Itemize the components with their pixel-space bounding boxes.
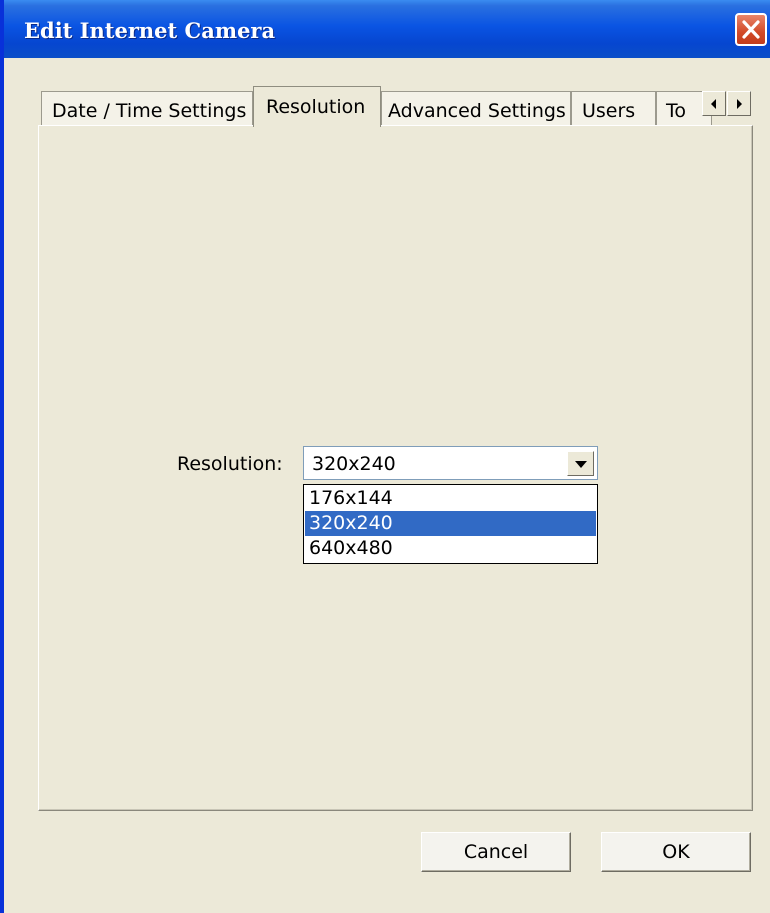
- tab-label: Resolution: [266, 96, 366, 118]
- tab-scroll-right-button[interactable]: [727, 91, 751, 116]
- tab-resolution[interactable]: Resolution: [253, 86, 381, 127]
- resolution-select[interactable]: 320x240: [303, 446, 598, 480]
- resolution-dropdown-list: 176x144 320x240 640x480: [303, 484, 598, 564]
- tab-date-time-settings[interactable]: Date / Time Settings: [41, 91, 253, 126]
- close-button[interactable]: [735, 13, 767, 46]
- tab-label: Users: [582, 100, 636, 122]
- tab-label: Advanced Settings: [388, 100, 566, 122]
- chevron-down-icon: [575, 461, 587, 468]
- resolution-dropdown-button[interactable]: [567, 451, 594, 476]
- tab-label: To: [666, 100, 687, 122]
- resolution-label: Resolution:: [177, 453, 283, 475]
- close-icon: [742, 20, 760, 39]
- resolution-selected-value: 320x240: [312, 453, 396, 475]
- title-bar[interactable]: Edit Internet Camera: [4, 0, 770, 58]
- tab-users[interactable]: Users: [571, 91, 656, 126]
- resolution-option-highlighted[interactable]: 320x240: [305, 511, 596, 536]
- window-title: Edit Internet Camera: [24, 18, 276, 43]
- tab-label: Date / Time Settings: [52, 100, 247, 122]
- tab-advanced-settings[interactable]: Advanced Settings: [381, 91, 571, 126]
- ok-button[interactable]: OK: [601, 832, 751, 872]
- arrow-left-icon: [711, 99, 716, 109]
- resolution-option[interactable]: 176x144: [305, 486, 596, 511]
- resolution-option[interactable]: 640x480: [305, 536, 596, 561]
- tab-scroll-left-button[interactable]: [702, 91, 726, 116]
- arrow-right-icon: [737, 99, 742, 109]
- cancel-button[interactable]: Cancel: [421, 832, 571, 872]
